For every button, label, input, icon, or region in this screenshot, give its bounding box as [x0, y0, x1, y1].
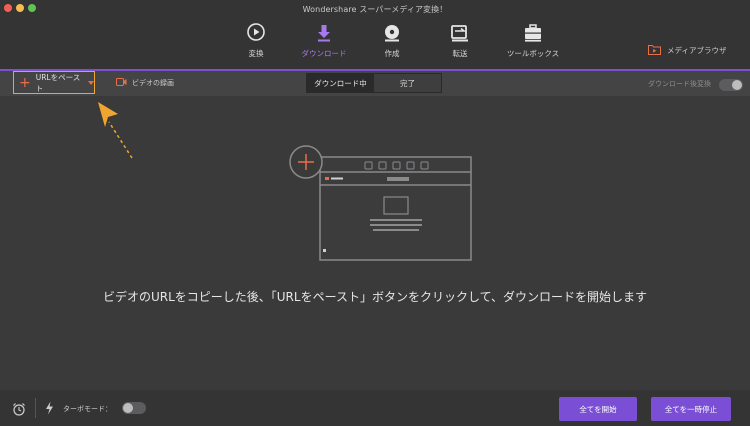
- convert-icon: [222, 22, 290, 42]
- media-browser-icon: [648, 44, 661, 57]
- plus-icon: +: [19, 74, 31, 91]
- tab-transfer[interactable]: 転送: [426, 22, 494, 59]
- pause-all-button[interactable]: 全てを一時停止: [651, 397, 731, 421]
- video-camera-icon: [116, 78, 127, 88]
- transfer-icon: [426, 22, 494, 42]
- alarm-clock-icon[interactable]: [12, 401, 26, 420]
- chevron-down-icon[interactable]: [88, 80, 94, 85]
- browser-illustration: [289, 145, 472, 261]
- record-video-button[interactable]: ビデオの録画: [116, 78, 174, 88]
- turbo-mode-toggle[interactable]: [122, 402, 146, 414]
- burn-disc-icon: [358, 22, 426, 42]
- bottom-bar: [0, 390, 750, 426]
- footer-divider: [35, 398, 36, 418]
- toggle-knob: [732, 80, 742, 90]
- tab-toolbox-label: ツールボックス: [506, 49, 560, 58]
- toggle-knob: [123, 403, 133, 413]
- media-browser-label: メディアブラウザ: [667, 46, 727, 55]
- convert-after-download-toggle[interactable]: [719, 79, 743, 91]
- tab-downloading[interactable]: ダウンロード中: [307, 74, 374, 92]
- tab-transfer-label: 転送: [452, 49, 468, 58]
- record-video-label: ビデオの録画: [132, 79, 174, 87]
- hint-arrow-icon: [98, 102, 133, 159]
- download-instruction: ビデオのURLをコピーした後、「URLをペースト」ボタンをクリックして、ダウンロ…: [102, 290, 648, 304]
- tab-toolbox[interactable]: ツールボックス: [494, 22, 572, 59]
- paste-url-button[interactable]: + URLをペースト: [13, 71, 95, 94]
- download-icon: [290, 22, 358, 42]
- tab-download[interactable]: ダウンロード: [290, 22, 358, 59]
- tab-convert[interactable]: 変換: [222, 22, 290, 59]
- tab-download-label: ダウンロード: [301, 49, 347, 58]
- convert-after-download-label: ダウンロード後変換: [648, 80, 711, 88]
- tab-finished[interactable]: 完了: [374, 74, 441, 92]
- download-status-segment: ダウンロード中 完了: [306, 73, 442, 93]
- tab-burn[interactable]: 作成: [358, 22, 426, 59]
- tab-convert-label: 変換: [248, 49, 264, 58]
- start-all-button[interactable]: 全てを開始: [559, 397, 637, 421]
- main-tabs: 変換 ダウンロード 作成 転送 ツールボックス: [222, 22, 572, 59]
- turbo-lightning-icon: [45, 400, 54, 419]
- window-title: Wondershare スーパーメディア変換！: [302, 5, 448, 14]
- turbo-mode-label: ターボモード：: [63, 405, 112, 413]
- toolbox-icon: [494, 22, 572, 42]
- paste-url-label: URLをペースト: [35, 72, 81, 93]
- media-browser-button[interactable]: メディアブラウザ: [648, 44, 726, 57]
- tab-burn-label: 作成: [384, 49, 400, 58]
